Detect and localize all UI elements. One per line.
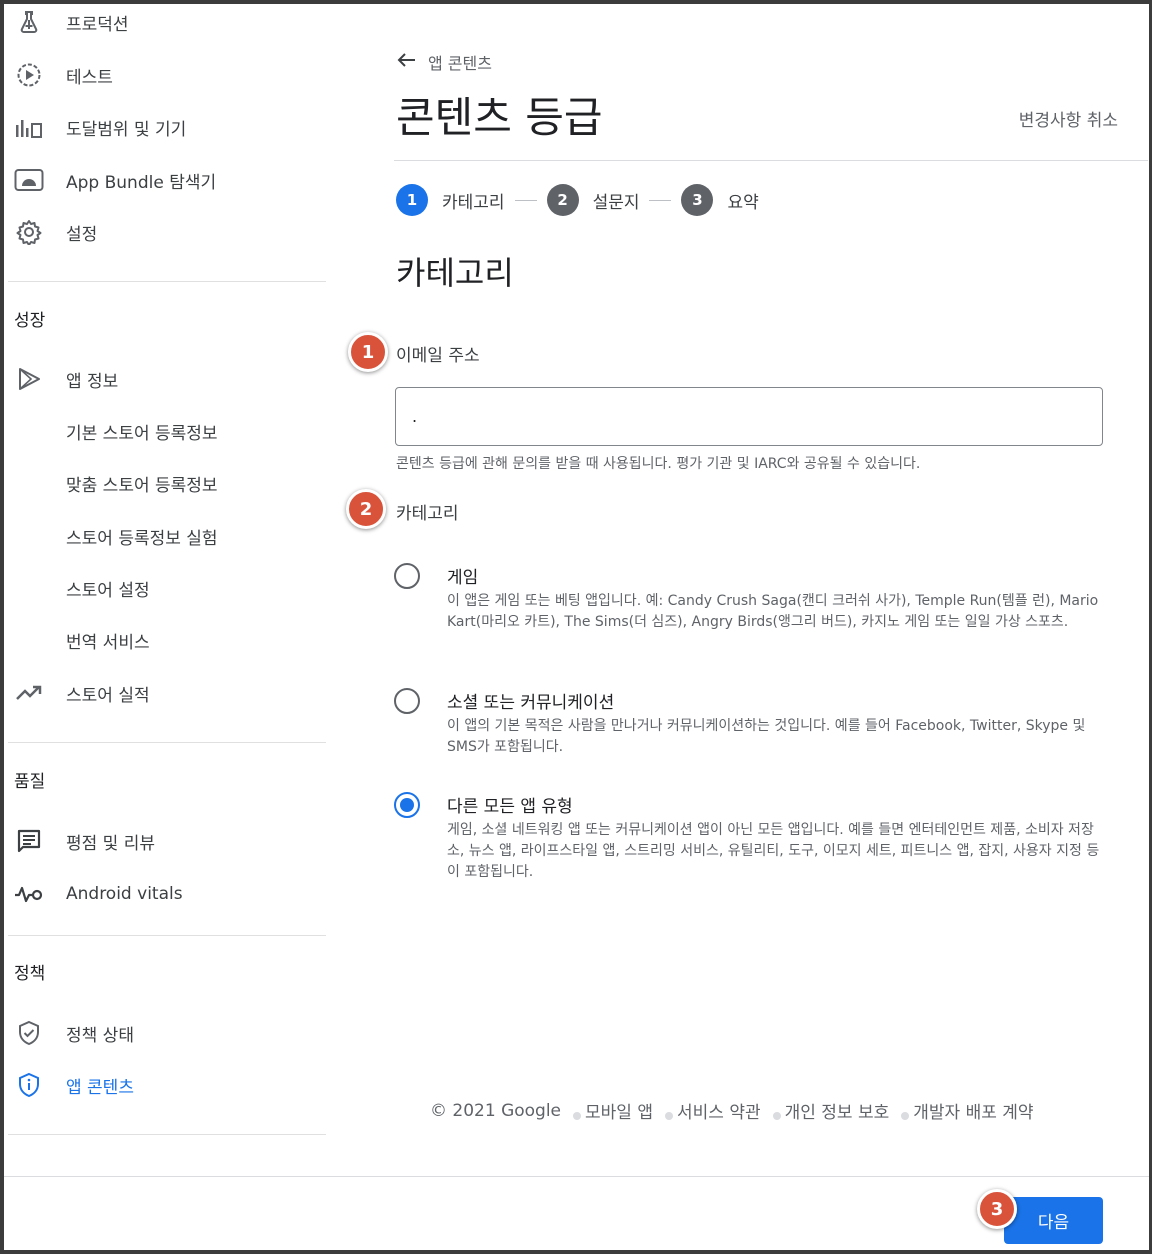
sidebar-item-test[interactable]: 테스트	[4, 55, 322, 95]
sidebar-divider	[8, 742, 326, 743]
footer-link-mobile-app[interactable]: 모바일 앱	[585, 1098, 653, 1123]
sidebar-item-custom-store-listing[interactable]: 맞춤 스토어 등록정보	[4, 463, 322, 503]
step-label: 설문지	[592, 192, 640, 213]
step-number: 2	[546, 184, 579, 216]
footer-separator	[665, 1111, 673, 1120]
sidebar-item-label: 스토어 설정	[66, 580, 150, 601]
radio-option-description: 게임, 소셜 네트워킹 앱 또는 커뮤니케이션 앱이 아닌 모든 앱입니다. 예…	[447, 822, 1100, 880]
section-header-quality: 품질	[14, 772, 46, 792]
annotation-badge: 2	[346, 489, 386, 529]
gear-icon	[14, 217, 44, 247]
email-field[interactable]	[395, 387, 1103, 446]
android-icon	[14, 165, 44, 195]
arrow-back-icon	[396, 52, 416, 72]
step-label: 요약	[727, 192, 759, 213]
sidebar-item-label: 설정	[66, 224, 98, 245]
footer-separator	[573, 1111, 582, 1120]
sidebar-item-app-content[interactable]: 앱 콘텐츠	[4, 1065, 322, 1105]
radio-button-selected[interactable]	[394, 792, 420, 818]
shield-check-icon	[14, 1018, 44, 1048]
step-category[interactable]: 1 카테고리	[396, 184, 505, 216]
discard-changes-button[interactable]: 변경사항 취소	[1019, 106, 1118, 131]
sidebar-item-label: Android vitals	[66, 884, 183, 904]
sidebar-item-ratings-reviews[interactable]: 평점 및 리뷰	[4, 821, 322, 861]
sidebar-item-label: 앱 콘텐츠	[66, 1077, 134, 1098]
sidebar-item-settings[interactable]: 설정	[4, 212, 322, 252]
step-label: 카테고리	[442, 192, 505, 213]
sidebar-item-label: 기본 스토어 등록정보	[66, 423, 218, 444]
section-header-growth: 성장	[14, 311, 46, 331]
sidebar-item-production[interactable]: 프로덕션	[4, 2, 322, 42]
step-connector	[514, 199, 537, 201]
sidebar-item-store-listing-experiments[interactable]: 스토어 등록정보 실험	[4, 516, 322, 556]
radio-option-title: 게임	[447, 568, 479, 588]
sidebar-item-label: 맞춤 스토어 등록정보	[66, 475, 218, 496]
radio-button[interactable]	[394, 563, 420, 589]
radio-button[interactable]	[394, 688, 420, 714]
copyright: © 2021 Google	[430, 1100, 562, 1121]
sidebar-item-policy-status[interactable]: 정책 상태	[4, 1013, 322, 1053]
step-connector	[649, 199, 672, 201]
shield-info-icon	[14, 1070, 44, 1100]
step-questionnaire[interactable]: 2 설문지	[546, 184, 640, 216]
email-helper-text: 콘텐츠 등급에 관해 문의를 받을 때 사용됩니다. 평가 기관 및 IARC와…	[396, 456, 921, 472]
back-link[interactable]: 앱 콘텐츠	[396, 50, 492, 74]
footer-separator	[772, 1111, 781, 1120]
step-number: 3	[681, 184, 714, 216]
step-summary[interactable]: 3 요약	[681, 184, 759, 216]
play-circle-icon	[14, 60, 44, 90]
radio-option-title: 다른 모든 앱 유형	[447, 797, 573, 817]
sidebar-item-label: 번역 서비스	[66, 632, 150, 653]
sidebar-item-label: 테스트	[66, 67, 113, 88]
section-header-policy: 정책	[14, 964, 46, 984]
play-icon	[14, 364, 44, 394]
radio-option-title: 소셜 또는 커뮤니케이션	[447, 693, 615, 713]
sidebar-item-main-store-listing[interactable]: 기본 스토어 등록정보	[4, 411, 322, 451]
sidebar-item-reach-devices[interactable]: 도달범위 및 기기	[4, 107, 322, 147]
radio-option-description: 이 앱은 게임 또는 베팅 앱입니다. 예: Candy Crush Saga(…	[447, 593, 1099, 630]
annotation-badge: 1	[348, 332, 388, 372]
section-title: 카테고리	[396, 254, 514, 292]
sidebar-item-store-settings[interactable]: 스토어 설정	[4, 568, 322, 608]
radio-option-description: 이 앱의 기본 목적은 사람을 만나거나 커뮤니케이션하는 것입니다. 예를 들…	[447, 718, 1086, 755]
sidebar-item-label: 앱 정보	[66, 371, 119, 392]
sidebar-item-app-info[interactable]: 앱 정보	[4, 359, 322, 399]
step-number: 1	[396, 184, 428, 216]
footer-link-privacy[interactable]: 개인 정보 보호	[785, 1098, 890, 1123]
sidebar-item-label: 스토어 등록정보 실험	[66, 528, 218, 549]
header-divider	[394, 160, 1148, 161]
sidebar-divider	[8, 1134, 326, 1135]
sidebar-item-label: 평점 및 리뷰	[66, 833, 156, 854]
sidebar-item-store-performance[interactable]: 스토어 실적	[4, 673, 322, 713]
page-title: 콘텐츠 등급	[396, 93, 603, 142]
sidebar-item-label: App Bundle 탐색기	[66, 172, 217, 193]
back-link-label: 앱 콘텐츠	[428, 54, 492, 73]
sidebar-divider	[8, 935, 326, 936]
sidebar-item-label: 도달범위 및 기기	[66, 119, 187, 140]
sidebar: 프로덕션 테스트 도달범위 및 기기 App Bundle 탐색기 설정 성장 …	[4, 0, 326, 1176]
sidebar-item-translation-service[interactable]: 번역 서비스	[4, 620, 322, 660]
review-icon	[14, 826, 44, 856]
sidebar-item-android-vitals[interactable]: Android vitals	[4, 874, 322, 914]
category-label: 카테고리	[396, 504, 459, 524]
bar-chart-icon	[14, 112, 44, 142]
email-label: 이메일 주소	[396, 346, 480, 366]
stepper: 1 카테고리 2 설문지 3 요약	[396, 184, 759, 216]
footer: © 2021 Google 모바일 앱 서비스 약관 개인 정보 보호 개발자 …	[430, 1098, 1034, 1124]
annotation-badge: 3	[977, 1189, 1017, 1229]
sidebar-item-label: 스토어 실적	[66, 685, 150, 706]
sidebar-divider	[8, 281, 326, 282]
sidebar-item-label: 정책 상태	[66, 1025, 134, 1046]
footer-separator	[901, 1111, 910, 1120]
next-button[interactable]: 다음	[1004, 1197, 1103, 1244]
sidebar-item-label: 프로덕션	[66, 14, 129, 35]
sidebar-item-app-bundle[interactable]: App Bundle 탐색기	[4, 160, 322, 200]
footer-link-distribution-agreement[interactable]: 개발자 배포 계약	[913, 1098, 1033, 1123]
flask-icon	[14, 7, 44, 37]
vitals-icon	[14, 879, 44, 909]
trending-up-icon	[14, 678, 44, 708]
footer-link-terms[interactable]: 서비스 약관	[677, 1098, 761, 1123]
